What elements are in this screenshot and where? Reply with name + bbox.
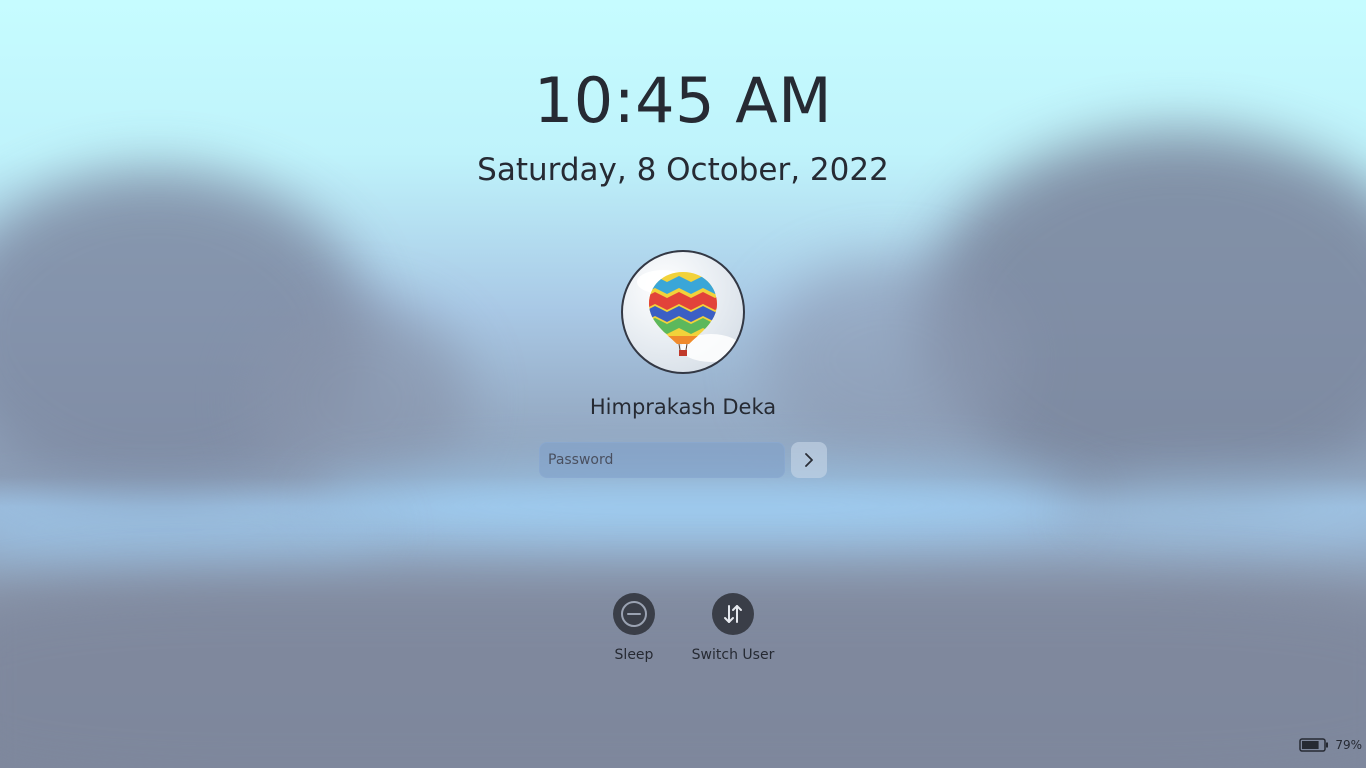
- switch-user-icon: [724, 605, 742, 623]
- background-blur: [0, 500, 380, 560]
- lock-screen: 10:45 AM Saturday, 8 October, 2022 Himpr…: [0, 0, 1366, 768]
- date: Saturday, 8 October, 2022: [477, 152, 889, 188]
- sleep-circle[interactable]: [613, 593, 655, 635]
- login-button[interactable]: [791, 442, 827, 478]
- battery-icon: [1299, 738, 1329, 752]
- background-blur: [1080, 480, 1366, 540]
- avatar: [621, 250, 745, 374]
- battery-percent: 79%: [1335, 738, 1362, 752]
- password-input[interactable]: [539, 442, 785, 478]
- username: Himprakash Deka: [589, 395, 777, 419]
- sleep-button[interactable]: Sleep: [584, 593, 684, 663]
- hot-air-balloon-icon: [637, 270, 741, 362]
- switch-user-button[interactable]: Switch User: [683, 593, 783, 663]
- switch-user-label: Switch User: [691, 647, 775, 663]
- switch-user-circle[interactable]: [712, 593, 754, 635]
- background-blur: [320, 470, 1080, 540]
- sleep-icon: [621, 601, 647, 627]
- battery-indicator[interactable]: 79%: [1299, 738, 1362, 752]
- background-blur: [760, 260, 1020, 460]
- battery-fill: [1302, 741, 1319, 749]
- clock: 10:45 AM: [533, 64, 833, 137]
- sleep-label: Sleep: [614, 647, 654, 663]
- chevron-right-icon: [805, 453, 813, 467]
